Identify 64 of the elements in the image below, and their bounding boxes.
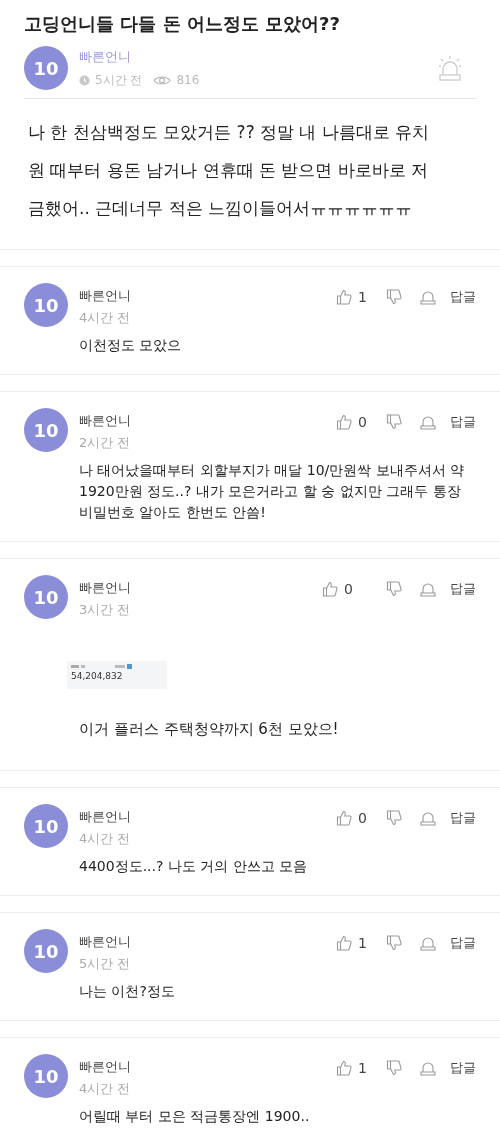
comment-text: 나는 이천?정도 [79,982,176,1001]
bell-icon[interactable] [420,414,436,430]
post-body: 나 한 천삼백정도 모았거든 ?? 정말 내 나름대로 유치원 때부터 용돈 남거나 연휴때 돈 받으면 바로바로 저금했어.. 근데너무 적은 느낌이들어서ㅠㅠㅠㅠㅠㅠ [28,121,431,220]
commenter-name[interactable]: 빠른언니 [79,579,322,597]
post-title: 고딩언니들 다들 돈 어느정도 모았어?? [24,12,341,36]
thumbs-down-icon[interactable] [386,1060,402,1076]
thumbs-down-icon[interactable] [386,414,402,430]
avatar: 10 [24,929,68,973]
comment-time: 2시간 전 [79,434,132,452]
thumbs-up-icon[interactable] [322,581,338,597]
avatar: 10 [24,1054,68,1098]
comment-text: 이거 플러스 주택청약까지 6천 모았으! [79,719,340,740]
avatar: 10 [24,408,68,452]
thumbs-down-icon[interactable] [386,810,402,826]
thumbs-up-icon[interactable] [336,935,352,951]
thumbs-down-icon[interactable] [386,581,402,597]
like-count: 1 [358,1060,368,1076]
bell-icon[interactable] [420,581,436,597]
commenter-name[interactable]: 빠른언니 [79,933,336,951]
avatar: 10 [24,575,68,619]
reply-button[interactable]: 답글 [450,934,476,952]
comment-text: 나 태어났을때부터 외할부지가 매달 10/만원싹 보내주셔서 약 1920만원 정도..? 내가 모은거라고 할 숭 없지만 그래두 통장 비밀번호 알아도 한번도 안씀! [79,461,466,522]
comment-time: 4시간 전 [79,309,132,327]
comment-time: 4시간 전 [79,1080,132,1098]
comment-text: 이천정도 모았으 [79,336,183,355]
comment-text: 어릴때 부터 모은 적금통장엔 1900.. [79,1107,311,1126]
reply-button[interactable]: 답글 [450,1059,476,1077]
account-screenshot[interactable]: 54,204,832 [67,661,167,689]
thumbs-up-icon[interactable] [336,414,352,430]
avatar: 10 [24,283,68,327]
commenter-name[interactable]: 빠른언니 [79,412,336,430]
reply-button[interactable]: 답글 [450,288,476,306]
alarm-light-icon[interactable] [438,55,462,81]
clock-icon [79,74,90,86]
bell-icon[interactable] [420,1060,436,1076]
comment-time: 5시간 전 [79,955,132,973]
thumbs-up-icon[interactable] [336,810,352,826]
balance-amount: 54,204,832 [71,671,124,681]
comment-time: 3시간 전 [79,601,132,619]
comment-text: 4400정도...? 나도 거의 안쓰고 모음 [79,857,309,876]
comment-time: 4시간 전 [79,830,132,848]
like-count: 1 [358,935,368,951]
bell-icon[interactable] [420,289,436,305]
commenter-name[interactable]: 빠른언니 [79,287,336,305]
reply-button[interactable]: 답글 [450,809,476,827]
commenter-name[interactable]: 빠른언니 [79,808,336,826]
avatar: 10 [24,804,68,848]
thumbs-up-icon[interactable] [336,1060,352,1076]
thumbs-up-icon[interactable] [336,289,352,305]
like-count: 0 [344,581,354,597]
thumbs-down-icon[interactable] [386,289,402,305]
like-count: 0 [358,414,368,430]
reply-button[interactable]: 답글 [450,413,476,431]
view-count: 816 [176,73,200,87]
eye-icon [153,74,172,86]
avatar: 10 [24,46,68,90]
reply-button[interactable]: 답글 [450,580,476,598]
like-count: 1 [358,289,368,305]
bell-icon[interactable] [420,810,436,826]
commenter-name[interactable]: 빠른언니 [79,1058,336,1076]
post-time: 5시간 전 [95,71,143,89]
like-count: 0 [358,810,368,826]
bell-icon[interactable] [420,935,436,951]
thumbs-down-icon[interactable] [386,935,402,951]
